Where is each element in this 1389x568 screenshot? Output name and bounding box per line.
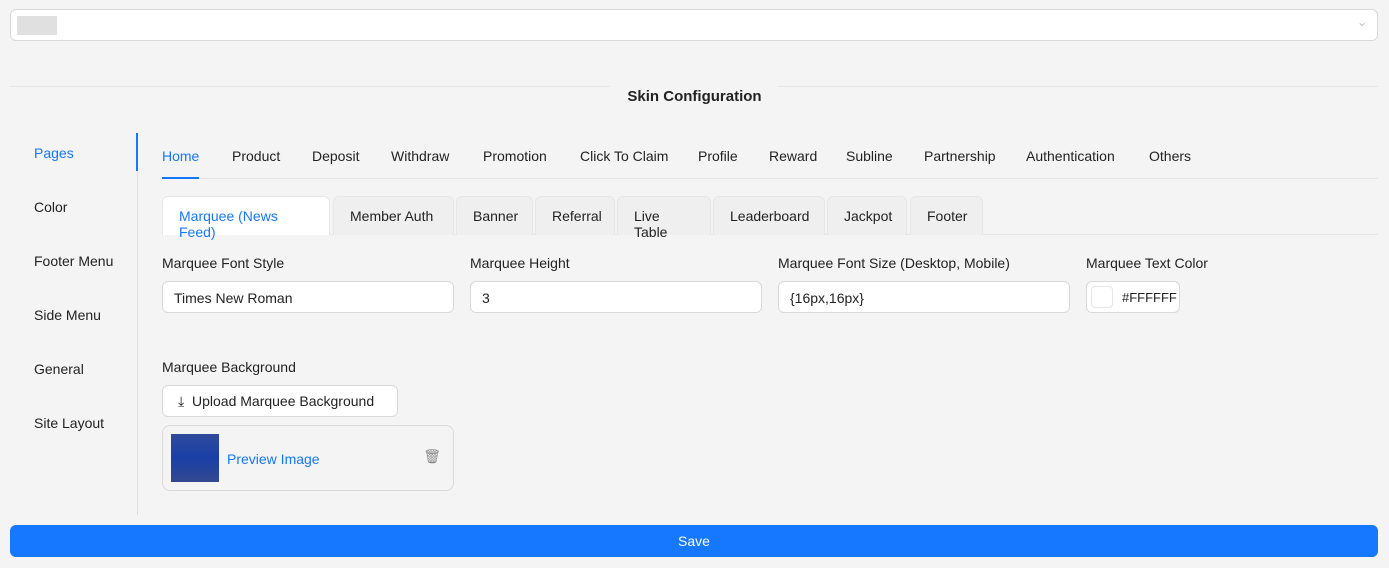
tab-promotion[interactable]: Promotion [483,148,547,164]
height-label: Marquee Height [470,255,570,271]
font-size-label: Marquee Font Size (Desktop, Mobile) [778,255,1010,271]
sidebar-item-side-menu[interactable]: Side Menu [34,307,101,323]
text-color-picker[interactable]: #FFFFFF [1086,281,1180,313]
background-label: Marquee Background [162,359,296,375]
font-style-input[interactable]: Times New Roman [162,281,454,313]
section-tabs: Marquee (News Feed) Member Auth Banner R… [162,196,1378,240]
upload-background-button[interactable]: ⤓ Upload Marquee Background [162,385,398,417]
site-select[interactable]: ⌄ [10,9,1378,41]
subtab-live-table[interactable]: Live Table [617,196,711,240]
tab-others[interactable]: Others [1149,148,1191,164]
chevron-down-icon: ⌄ [1356,15,1367,29]
tab-subline[interactable]: Subline [846,148,893,164]
preview-thumbnail [171,434,219,482]
sidebar-item-pages[interactable]: Pages [34,145,74,161]
select-placeholder [17,16,57,35]
preview-card: Preview Image 🗑 [162,425,454,491]
subtab-footer[interactable]: Footer [910,196,983,235]
tab-partnership[interactable]: Partnership [924,148,996,164]
tab-withdraw[interactable]: Withdraw [391,148,449,164]
color-swatch [1091,286,1113,308]
sidebar-item-footer-menu[interactable]: Footer Menu [34,253,113,269]
subtab-leaderboard[interactable]: Leaderboard [713,196,825,235]
active-indicator [136,133,138,171]
tab-reward[interactable]: Reward [769,148,817,164]
tab-authentication[interactable]: Authentication [1026,148,1115,164]
tab-product[interactable]: Product [232,148,280,164]
color-value: #FFFFFF [1122,290,1177,305]
height-input[interactable]: 3 [470,281,762,313]
tab-click-to-claim[interactable]: Click To Claim [580,148,668,164]
preview-image-link[interactable]: Preview Image [227,451,320,467]
sidebar: Pages Color Footer Menu Side Menu Genera… [10,133,138,515]
tab-deposit[interactable]: Deposit [312,148,359,164]
page-title: Skin Configuration [627,88,762,105]
sidebar-item-general[interactable]: General [34,361,84,377]
divider [778,86,1378,87]
save-button[interactable]: Save [10,525,1378,557]
subtab-referral[interactable]: Referral [535,196,615,235]
tab-profile[interactable]: Profile [698,148,738,164]
font-size-input[interactable]: {16px,16px} [778,281,1070,313]
upload-label: Upload Marquee Background [191,393,375,409]
subtab-jackpot[interactable]: Jackpot [827,196,907,235]
subtab-banner[interactable]: Banner [456,196,533,235]
upload-icon: ⤓ [178,393,185,409]
font-style-label: Marquee Font Style [162,255,285,271]
sidebar-item-site-layout[interactable]: Site Layout [34,415,104,431]
subtab-marquee[interactable]: Marquee (News Feed) [162,196,330,240]
subtab-member-auth[interactable]: Member Auth [333,196,454,235]
trash-icon[interactable]: 🗑 [423,448,441,465]
sidebar-item-color[interactable]: Color [34,199,67,215]
tab-home[interactable]: Home [162,148,200,179]
text-color-label: Marquee Text Color [1086,255,1208,271]
page-tabs: Home Product Deposit Withdraw Promotion … [162,133,1378,179]
divider [10,86,610,87]
